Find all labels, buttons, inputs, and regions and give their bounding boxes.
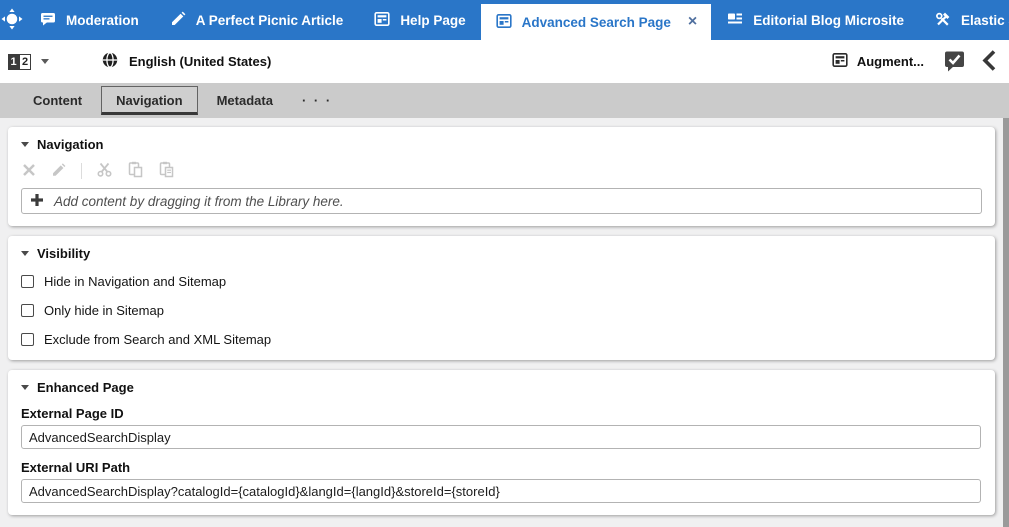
tab-label: Help Page xyxy=(400,12,466,28)
collapse-triangle-icon xyxy=(21,142,29,147)
remove-icon[interactable] xyxy=(21,162,37,181)
paste-icon[interactable] xyxy=(158,161,175,181)
checkbox-unchecked-icon[interactable] xyxy=(21,303,34,317)
language-label: English (United States) xyxy=(129,54,272,69)
collapse-panel-button[interactable] xyxy=(981,49,997,75)
crossed-tools-icon xyxy=(934,10,952,31)
enhanced-page-panel: Enhanced Page External Page ID External … xyxy=(8,370,995,515)
tab-metadata[interactable]: Metadata xyxy=(202,86,288,115)
panel-title: Visibility xyxy=(37,246,91,261)
checkbox-label: Hide in Navigation and Sitemap xyxy=(44,273,227,289)
document-form-tabstrip: Content Navigation Metadata · · · xyxy=(0,83,1009,118)
form-content-area: Navigation Add content by dragging it fr… xyxy=(0,118,1009,527)
version-badge-left: 1 xyxy=(8,53,19,70)
external-uri-path-label: External URI Path xyxy=(21,460,131,475)
tab-elastic-social[interactable]: Elastic Social xyxy=(919,0,1009,40)
approval-check-bubble-icon xyxy=(942,48,967,76)
augmented-page-label: Augment... xyxy=(856,54,924,69)
drop-hint-text: Add content by dragging it from the Libr… xyxy=(54,193,344,209)
visibility-panel-header[interactable]: Visibility xyxy=(21,246,982,261)
page-icon xyxy=(495,12,513,33)
globe-icon xyxy=(101,51,119,72)
copy-icon[interactable] xyxy=(127,161,144,181)
tab-advanced-search-page[interactable]: Advanced Search Page × xyxy=(480,4,712,40)
toolbar-separator xyxy=(81,163,82,179)
tab-navigation[interactable]: Navigation xyxy=(101,86,198,115)
moderation-speech-icon xyxy=(39,10,57,31)
tab-label: Elastic Social xyxy=(961,12,1009,28)
navigation-panel: Navigation Add content by dragging it fr… xyxy=(8,127,995,226)
tab-label: Editorial Blog Microsite xyxy=(753,12,905,28)
tab-label: A Perfect Picnic Article xyxy=(195,12,344,28)
more-tabs-button[interactable]: · · · xyxy=(292,87,342,114)
augmented-page-type-button[interactable]: Augment... xyxy=(831,51,924,72)
edit-icon[interactable] xyxy=(51,162,67,181)
checkbox-exclude-from-search-and-xml-sitemap[interactable]: Exclude from Search and XML Sitemap xyxy=(21,330,982,348)
checkbox-only-hide-in-sitemap[interactable]: Only hide in Sitemap xyxy=(21,301,982,319)
cut-icon[interactable] xyxy=(96,161,113,181)
panel-title: Navigation xyxy=(37,137,104,152)
navigation-panel-header[interactable]: Navigation xyxy=(21,137,982,152)
collapsed-side-panel-rail[interactable] xyxy=(1003,118,1009,527)
checkbox-label: Exclude from Search and XML Sitemap xyxy=(44,331,272,347)
visibility-panel: Visibility Hide in Navigation and Sitema… xyxy=(8,236,995,360)
navigation-children-drop-area[interactable]: Add content by dragging it from the Libr… xyxy=(21,188,982,214)
collapse-triangle-icon xyxy=(21,251,29,256)
app-top-bar: Moderation A Perfect Picnic Article Help… xyxy=(0,0,1009,40)
tab-help-page[interactable]: Help Page xyxy=(358,0,480,40)
chevron-left-icon xyxy=(981,49,997,75)
external-uri-path-input[interactable] xyxy=(21,479,981,503)
close-tab-icon[interactable]: × xyxy=(688,14,697,30)
checkbox-unchecked-icon[interactable] xyxy=(21,274,34,288)
navigation-link-toolbar xyxy=(21,161,982,181)
plus-icon xyxy=(30,193,44,210)
checkbox-label: Only hide in Sitemap xyxy=(44,302,164,318)
tab-content[interactable]: Content xyxy=(18,86,97,115)
tab-editorial-blog-microsite[interactable]: Editorial Blog Microsite xyxy=(711,0,919,40)
external-page-id-label: External Page ID xyxy=(21,406,124,421)
checkbox-unchecked-icon[interactable] xyxy=(21,332,34,346)
compass-move-icon xyxy=(0,7,24,34)
version-badge-right: 2 xyxy=(19,53,31,70)
version-compare-button[interactable]: 1 2 xyxy=(8,53,31,70)
tab-label: Advanced Search Page xyxy=(521,14,671,30)
augmented-page-icon xyxy=(831,51,849,72)
collapse-triangle-icon xyxy=(21,385,29,390)
language-selector[interactable]: English (United States) xyxy=(101,51,271,72)
app-logo-button[interactable] xyxy=(0,0,24,40)
page-icon xyxy=(373,10,391,31)
blog-list-icon xyxy=(726,10,744,31)
tab-moderation[interactable]: Moderation xyxy=(24,0,154,40)
panel-title: Enhanced Page xyxy=(37,380,134,395)
external-page-id-input[interactable] xyxy=(21,425,981,449)
workflow-approval-button[interactable] xyxy=(942,48,967,76)
version-dropdown-caret-icon[interactable] xyxy=(41,59,49,64)
enhanced-page-panel-header[interactable]: Enhanced Page xyxy=(21,380,982,395)
pencil-icon xyxy=(169,10,187,31)
tab-picnic-article[interactable]: A Perfect Picnic Article xyxy=(154,0,359,40)
checkbox-hide-in-navigation-and-sitemap[interactable]: Hide in Navigation and Sitemap xyxy=(21,272,982,290)
tab-label: Moderation xyxy=(66,12,139,28)
document-toolbar: 1 2 English (United States) Augment... xyxy=(0,40,1009,83)
